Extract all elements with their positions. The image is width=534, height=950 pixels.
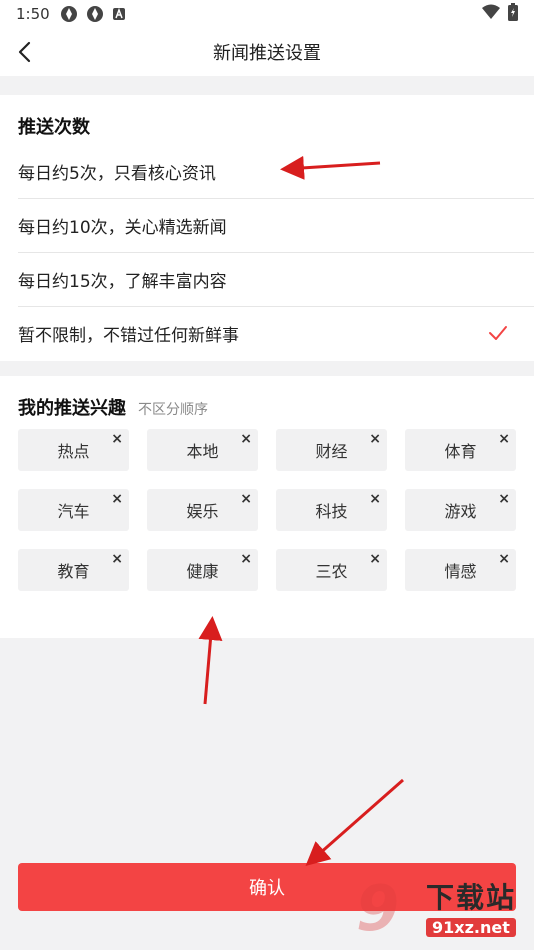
interest-tag-agriculture[interactable]: 三农 × [276, 549, 387, 591]
interest-tag-emotion[interactable]: 情感 × [405, 549, 516, 591]
interest-tag-label: 热点 [57, 442, 90, 461]
interest-tag-label: 财经 [315, 442, 348, 461]
remove-tag-icon[interactable]: × [240, 551, 252, 567]
interest-tag-hot[interactable]: 热点 × [18, 429, 129, 471]
frequency-option-15[interactable]: 每日约15次，了解丰富内容 [0, 252, 534, 306]
battery-icon [508, 3, 518, 25]
remove-tag-icon[interactable]: × [498, 431, 510, 447]
frequency-option-5[interactable]: 每日约5次，只看核心资讯 [0, 144, 534, 198]
frequency-option-label: 每日约10次，关心精选新闻 [18, 217, 227, 238]
remove-tag-icon[interactable]: × [111, 491, 123, 507]
push-interests-section: 我的推送兴趣 不区分顺序 热点 × 本地 × 财经 × 体育 × 汽车 × 娱乐… [0, 376, 534, 638]
remove-tag-icon[interactable]: × [369, 491, 381, 507]
wifi-icon [482, 4, 500, 24]
back-arrow-icon[interactable] [14, 40, 38, 64]
interest-tag-label: 科技 [315, 502, 348, 521]
frequency-option-label: 暂不限制，不错过任何新鲜事 [18, 325, 239, 346]
frequency-option-label: 每日约15次，了解丰富内容 [18, 271, 227, 292]
remove-tag-icon[interactable]: × [498, 551, 510, 567]
push-frequency-section: 推送次数 每日约5次，只看核心资讯 每日约10次，关心精选新闻 每日约15次，了… [0, 95, 534, 361]
section-title-frequency: 推送次数 [18, 117, 90, 138]
status-bar: 1:50 [0, 0, 534, 28]
section-title-interests: 我的推送兴趣 [18, 398, 126, 419]
app-notification-icon [86, 5, 104, 23]
interest-tag-auto[interactable]: 汽车 × [18, 489, 129, 531]
selected-check-icon [488, 324, 508, 342]
interests-header: 我的推送兴趣 不区分顺序 [18, 394, 208, 420]
annotation-arrow-confirm [305, 778, 404, 866]
interest-tag-education[interactable]: 教育 × [18, 549, 129, 591]
page-title: 新闻推送设置 [213, 43, 321, 64]
remove-tag-icon[interactable]: × [240, 491, 252, 507]
text-notification-icon [112, 7, 126, 21]
interest-tag-label: 本地 [186, 442, 219, 461]
interest-tag-label: 情感 [444, 562, 477, 581]
interest-tag-tech[interactable]: 科技 × [276, 489, 387, 531]
interests-subtitle: 不区分顺序 [138, 402, 208, 418]
watermark-url: 91xz.net [426, 918, 516, 937]
interest-tag-label: 游戏 [444, 502, 477, 521]
interest-tag-label: 教育 [57, 562, 90, 581]
interest-tag-label: 娱乐 [186, 502, 219, 521]
remove-tag-icon[interactable]: × [240, 431, 252, 447]
remove-tag-icon[interactable]: × [369, 551, 381, 567]
interest-tag-label: 汽车 [57, 502, 90, 521]
interest-tag-entertainment[interactable]: 娱乐 × [147, 489, 258, 531]
frequency-option-label: 每日约5次，只看核心资讯 [18, 163, 216, 184]
app-notification-icon [60, 5, 78, 23]
interest-tag-sports[interactable]: 体育 × [405, 429, 516, 471]
frequency-option-unlimited[interactable]: 暂不限制，不错过任何新鲜事 [0, 306, 534, 360]
nav-bar: 新闻推送设置 [0, 28, 534, 76]
interest-tag-label: 健康 [186, 562, 219, 581]
confirm-button[interactable]: 确认 [18, 863, 516, 911]
interest-tag-finance[interactable]: 财经 × [276, 429, 387, 471]
remove-tag-icon[interactable]: × [111, 551, 123, 567]
interest-tag-label: 体育 [444, 442, 477, 461]
interest-tag-health[interactable]: 健康 × [147, 549, 258, 591]
frequency-option-10[interactable]: 每日约10次，关心精选新闻 [0, 198, 534, 252]
status-time: 1:50 [16, 5, 50, 23]
interest-tag-label: 三农 [315, 562, 348, 581]
remove-tag-icon[interactable]: × [369, 431, 381, 447]
interest-tag-games[interactable]: 游戏 × [405, 489, 516, 531]
remove-tag-icon[interactable]: × [111, 431, 123, 447]
remove-tag-icon[interactable]: × [498, 491, 510, 507]
interest-tag-local[interactable]: 本地 × [147, 429, 258, 471]
